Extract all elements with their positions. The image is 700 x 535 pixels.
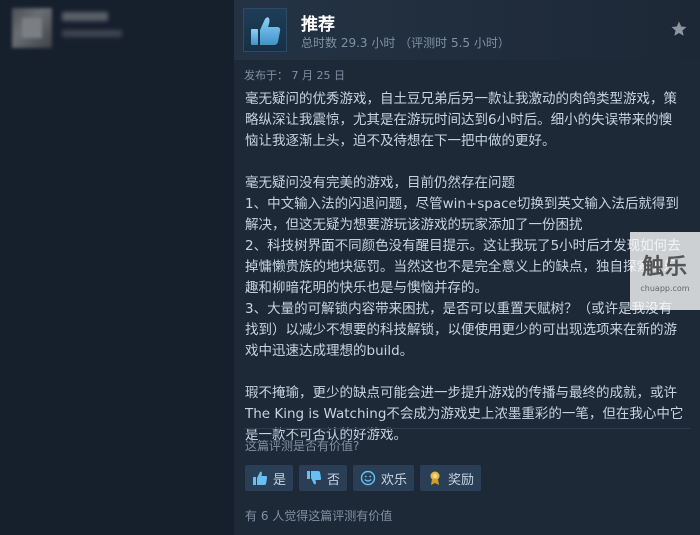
reviewer-panel bbox=[0, 0, 232, 535]
award-icon bbox=[430, 471, 440, 485]
recommendation-label: 推荐 bbox=[301, 15, 335, 35]
vote-yes-button[interactable]: 是 bbox=[245, 465, 294, 491]
thumbs-down-icon bbox=[307, 471, 322, 485]
watermark: 触乐 chuapp.com bbox=[630, 232, 700, 310]
review-paragraph: 1、中文输入法的闪退问题，尽管win+space切换到英文输入法后就得到解决，但… bbox=[245, 196, 679, 233]
playtime-hours: 总时数 29.3 小时 （评测时 5.5 小时） bbox=[301, 36, 510, 50]
review-paragraph: 毫无疑问没有完美的游戏，目前仍然存在问题 bbox=[245, 175, 515, 191]
helpful-count: 有 6 人觉得这篇评测有价值 bbox=[245, 509, 393, 523]
review-paragraph: 毫无疑问的优秀游戏，自土豆兄弟后另一款让我激动的肉鸽类型游戏，策略纵深让我震惊，… bbox=[245, 91, 677, 149]
vote-no-button[interactable]: 否 bbox=[299, 465, 348, 491]
award-label: 奖励 bbox=[448, 472, 475, 488]
avatar[interactable] bbox=[12, 8, 52, 48]
watermark-url: chuapp.com bbox=[640, 284, 690, 293]
review-paragraph: 2、科技树界面不同颜色没有醒目提示。这让我玩了5小时后才发现如何去掉慵懒贵族的地… bbox=[245, 238, 681, 296]
vote-header: 推荐 总时数 29.3 小时 （评测时 5.5 小时） bbox=[234, 0, 700, 60]
posted-date: 发布于： 7 月 25 日 bbox=[244, 69, 345, 82]
reviewer-info-blurred bbox=[62, 30, 122, 37]
divider bbox=[244, 428, 690, 429]
review-content: 毫无疑问的优秀游戏，自土豆兄弟后另一款让我激动的肉鸽类型游戏，策略纵深让我震惊，… bbox=[245, 89, 685, 446]
recommend-thumb-box bbox=[243, 8, 287, 52]
thumbs-up-icon bbox=[253, 471, 268, 485]
reviewer-name-blurred[interactable] bbox=[62, 12, 108, 21]
smiley-icon bbox=[360, 470, 376, 486]
watermark-logo: 触乐 bbox=[641, 255, 688, 280]
review-paragraph: 3、大量的可解锁内容带来困扰，是否可以重置天赋树？（或许是我没有找到）以减少不想… bbox=[245, 301, 677, 359]
vote-funny-label: 欢乐 bbox=[381, 472, 408, 488]
vote-no-label: 否 bbox=[327, 472, 341, 488]
helpful-question: 这篇评测是否有价值? bbox=[245, 439, 360, 453]
award-button[interactable]: 奖励 bbox=[420, 465, 482, 491]
vote-funny-button[interactable]: 欢乐 bbox=[353, 465, 415, 491]
vote-yes-label: 是 bbox=[273, 472, 287, 488]
vote-buttons: 是 否 欢乐 奖励 bbox=[245, 465, 482, 491]
thumbs-up-icon bbox=[251, 17, 281, 45]
star-icon[interactable] bbox=[670, 20, 688, 38]
